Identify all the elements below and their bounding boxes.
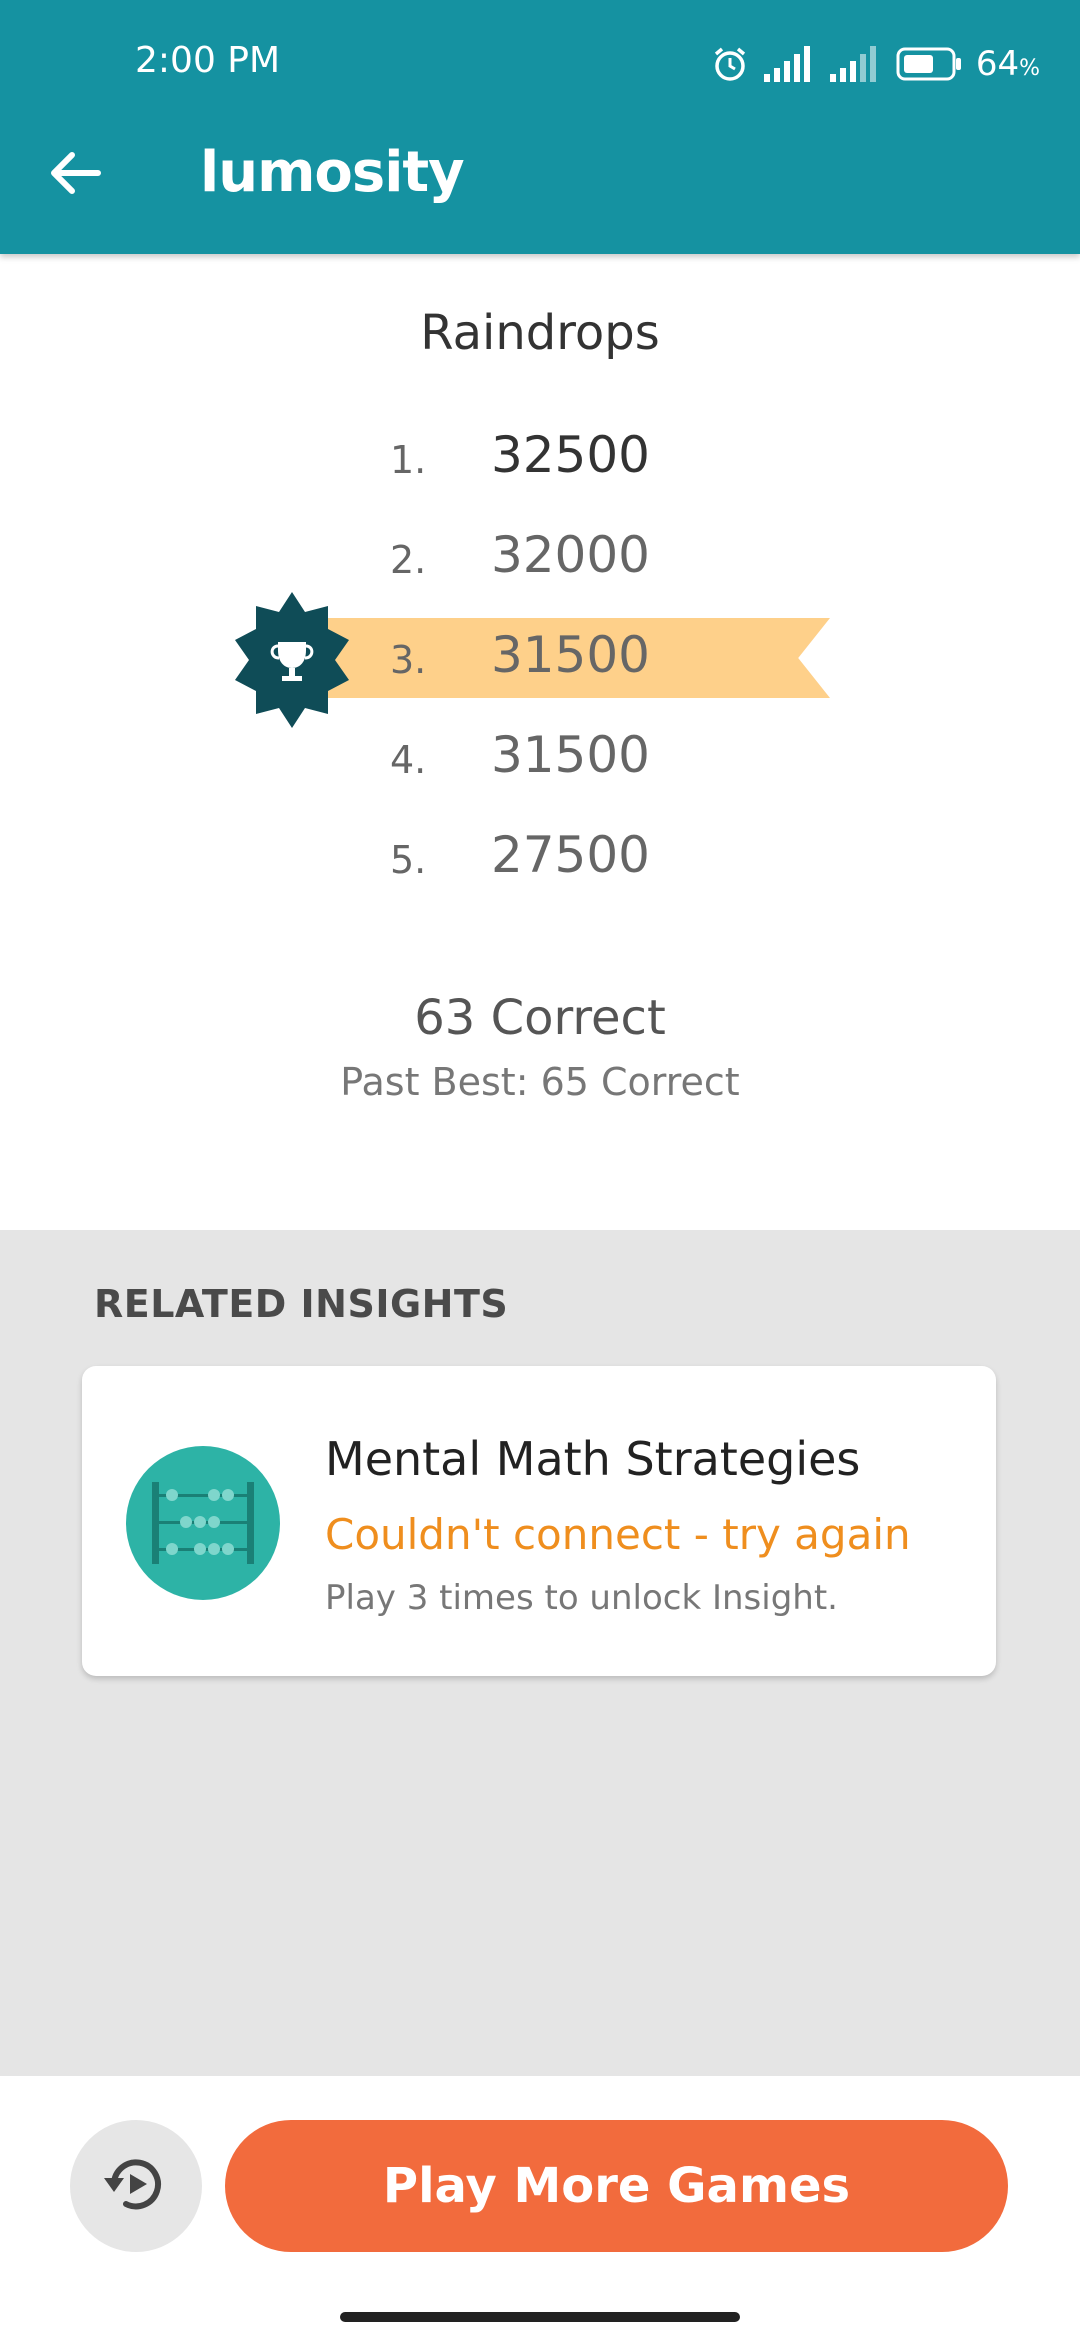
insight-retry-link[interactable]: Couldn't connect - try again: [325, 1510, 911, 1559]
score-rank: 4.: [390, 738, 427, 782]
score-row: 5. 27500: [0, 808, 1080, 908]
score-row: 2. 32000: [0, 508, 1080, 608]
battery-percent: 64%: [975, 44, 1040, 84]
related-insights-section: RELATED INSIGHTS Mental Math Strategies …: [0, 1230, 1080, 2076]
replay-icon: [100, 2148, 172, 2224]
signal-icon: [763, 46, 816, 82]
score-rank: 3.: [390, 638, 427, 682]
insights-header: RELATED INSIGHTS: [94, 1282, 509, 1326]
score-value: 32500: [490, 426, 650, 484]
score-rank: 5.: [390, 838, 427, 882]
status-time: 2:00 PM: [135, 40, 281, 81]
signal-icon: [829, 46, 882, 82]
score-row: 4. 31500: [0, 708, 1080, 808]
score-value: 31500: [490, 726, 650, 784]
result-text: 63 Correct: [414, 990, 666, 1046]
arrow-left-icon: [50, 151, 102, 199]
back-button[interactable]: [46, 145, 106, 205]
past-best-text: Past Best: 65 Correct: [340, 1060, 740, 1104]
score-row-highlighted: 3. 31500: [0, 608, 1080, 708]
play-more-games-button[interactable]: Play More Games: [225, 2120, 1008, 2252]
score-value: 27500: [490, 826, 650, 884]
trophy-icon: [235, 592, 349, 728]
insight-subtitle: Play 3 times to unlock Insight.: [325, 1578, 838, 1618]
app-title: lumosity: [200, 140, 465, 205]
score-value: 31500: [490, 626, 650, 684]
alarm-icon: [710, 44, 750, 84]
score-value: 32000: [490, 526, 650, 584]
insight-card[interactable]: Mental Math Strategies Couldn't connect …: [82, 1366, 996, 1676]
home-indicator[interactable]: [340, 2312, 740, 2322]
score-rank: 1.: [390, 438, 427, 482]
game-title: Raindrops: [420, 305, 660, 361]
insight-title: Mental Math Strategies: [325, 1432, 861, 1486]
status-icons: 64%: [710, 40, 1040, 88]
app-header: 2:00 PM 64% lumosity: [0, 0, 1080, 254]
battery-icon: [896, 47, 962, 81]
bottom-bar: Play More Games: [0, 2076, 1080, 2340]
trophy-badge: [222, 590, 362, 730]
abacus-icon: [126, 1446, 280, 1600]
replay-button[interactable]: [70, 2120, 202, 2252]
score-rank: 2.: [390, 538, 427, 582]
score-row: 1. 32500: [0, 408, 1080, 508]
